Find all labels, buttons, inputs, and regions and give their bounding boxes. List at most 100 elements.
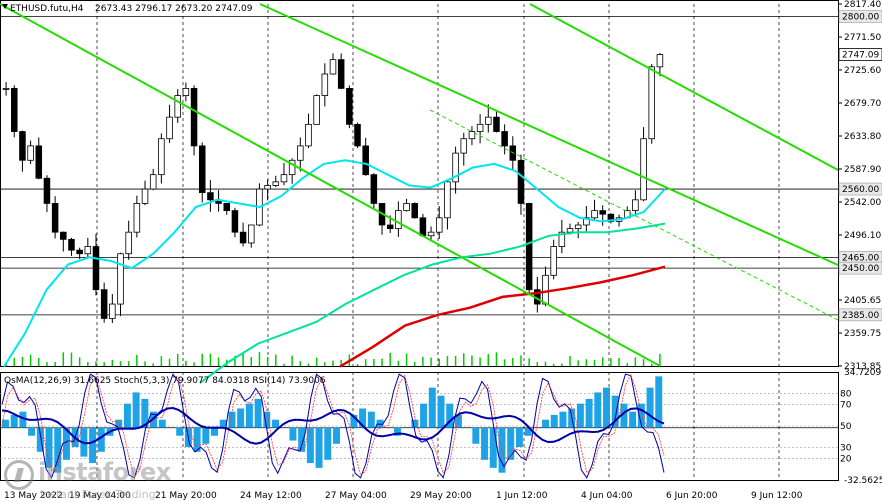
osma-bar <box>585 398 593 428</box>
candle-body <box>207 192 214 201</box>
stoch-level-label: 20 <box>840 454 852 464</box>
y-tick-label: 2725.60 <box>844 66 881 76</box>
candle-body <box>640 138 647 201</box>
osma-tick-label: -32.5625 <box>844 476 882 486</box>
osma-bar <box>2 419 9 428</box>
x-tick-label: 24 May 12:00 <box>240 491 302 501</box>
candle-body <box>648 66 656 140</box>
osma-bar <box>89 427 97 464</box>
candle-body <box>84 246 92 255</box>
candle-body <box>149 174 157 190</box>
y-tick-label: 2587.90 <box>844 165 881 175</box>
candle-body <box>280 174 288 183</box>
candle-body <box>27 145 34 161</box>
osma-bar <box>132 392 140 428</box>
osma-bar <box>254 398 262 428</box>
level-label: 2450.00 <box>842 264 879 274</box>
osma-bar <box>472 427 480 444</box>
candle-body <box>92 246 100 291</box>
candle-body <box>51 203 59 233</box>
osma-bar <box>333 427 340 444</box>
osma-bar <box>211 427 219 436</box>
candle-body <box>182 87 190 96</box>
candle-body <box>43 177 51 204</box>
candle-body <box>476 123 484 132</box>
osma-bar <box>550 414 558 428</box>
candle-body <box>346 87 353 125</box>
candle-body <box>444 181 451 219</box>
osma-bar <box>481 427 489 460</box>
candle-body <box>141 188 149 204</box>
stoch-level-label: 80 <box>840 390 852 400</box>
y-tick-label: 2633.80 <box>844 132 881 142</box>
symbol-label: ETHUSD.futu,H4 <box>10 4 84 14</box>
osma-bar <box>603 387 610 428</box>
osma-bar <box>10 414 18 428</box>
candle-body <box>574 224 582 229</box>
osma-bar <box>28 427 36 436</box>
osma-bar <box>629 411 637 428</box>
osma-bar <box>324 427 332 460</box>
candle-body <box>166 116 173 140</box>
osma-bar <box>245 403 253 428</box>
candle-body <box>305 123 312 147</box>
candle-body <box>60 231 67 240</box>
candle-body <box>174 95 181 118</box>
osma-bar <box>437 395 445 428</box>
osma-bar <box>123 403 131 428</box>
candle-body <box>386 224 394 229</box>
x-tick-label: 19 May 04:00 <box>69 491 131 501</box>
candle-body <box>223 203 231 212</box>
osma-bar <box>158 419 166 428</box>
x-tick-label: 4 Jun 04:00 <box>581 491 633 501</box>
candle-body <box>632 199 639 212</box>
osma-bar <box>367 411 375 428</box>
y-tick-label: 2817.40 <box>844 0 881 10</box>
x-tick-label: 21 May 20:00 <box>155 491 217 501</box>
stoch-level-label: 30 <box>840 444 852 454</box>
candle-body <box>198 145 206 194</box>
candle-body <box>566 228 574 233</box>
y-tick-label: 2771.50 <box>844 33 881 43</box>
candle-body <box>435 217 443 233</box>
osma-bar <box>515 427 523 447</box>
candle-body <box>460 138 468 154</box>
x-tick-label: 9 Jun 12:00 <box>751 491 803 501</box>
candle-body <box>272 181 280 186</box>
level-label: 2385.00 <box>842 311 879 321</box>
osma-bar <box>298 427 306 452</box>
candle-body <box>329 59 337 75</box>
candle-body <box>109 303 116 319</box>
ohlc-label: 2673.43 2796.17 2673.20 2747.09 <box>95 4 253 14</box>
price-chart[interactable]: 13 May 2022 19 May 04:00 21 May 20:00 24 Ma… <box>0 0 882 503</box>
candle-body <box>35 145 43 179</box>
candle-body <box>68 238 75 251</box>
candle-body <box>493 116 500 132</box>
candle-body <box>656 54 664 68</box>
osma-tick-label: 34.7209 <box>844 368 881 378</box>
candle-body <box>190 87 198 147</box>
osma-bar <box>576 403 584 428</box>
x-tick-label: 13 May 2022 <box>4 491 63 501</box>
indicator-header: OsMA(12,26,9) 31.6625 Stoch(5,3,3) 79.90… <box>4 376 326 386</box>
osma-bar <box>420 403 428 428</box>
candle-body <box>297 145 304 161</box>
candle-body <box>419 217 427 237</box>
osma-bar <box>202 427 210 444</box>
y-tick-label: 2496.10 <box>844 231 881 241</box>
candle-body <box>501 131 508 147</box>
y-tick-label: 2679.70 <box>844 99 881 109</box>
candle-body <box>525 203 533 291</box>
x-tick-label: 6 Jun 20:00 <box>666 491 718 501</box>
candle-body <box>517 159 525 204</box>
y-tick-label: 2405.65 <box>844 296 881 306</box>
candle-body <box>395 210 402 229</box>
level-label: 2800.00 <box>842 13 879 23</box>
candle-body <box>239 231 247 244</box>
candle-body <box>542 274 549 305</box>
stoch-level-label: 70 <box>840 400 852 410</box>
candle-body <box>248 224 255 244</box>
candle-body <box>117 253 124 305</box>
candle-body <box>591 210 598 219</box>
osma-bar <box>594 392 602 428</box>
